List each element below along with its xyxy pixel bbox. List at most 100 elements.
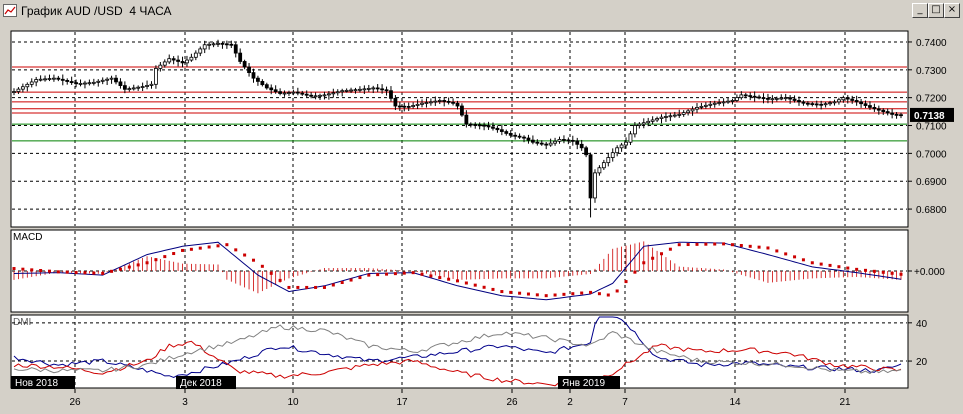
candle-body	[326, 93, 331, 96]
candle-body	[805, 102, 810, 105]
candle-body	[468, 123, 473, 126]
candle-body	[473, 124, 478, 126]
candle-body	[269, 87, 274, 91]
candle-body	[553, 140, 557, 144]
macd-signal-marker	[367, 273, 371, 277]
macd-signal-marker	[101, 271, 105, 275]
candle-body	[841, 97, 846, 101]
macd-signal-marker	[172, 252, 176, 256]
candle-body	[428, 101, 433, 104]
candle-body	[171, 58, 176, 61]
candle-body	[872, 107, 877, 110]
candle-body	[433, 100, 438, 103]
candle-body	[278, 91, 283, 94]
candle-body	[832, 101, 837, 104]
macd-signal-marker	[12, 267, 16, 271]
macd-signal-marker	[801, 258, 805, 262]
macd-signal-marker	[39, 269, 43, 273]
candle-body	[131, 87, 136, 90]
candle-body	[176, 59, 180, 62]
macd-signal-marker	[251, 258, 255, 262]
candle-body	[371, 87, 376, 90]
candle-body	[486, 125, 491, 128]
candle-body	[854, 100, 859, 103]
candle-body	[601, 162, 606, 169]
candle-body	[69, 81, 74, 84]
candle-body	[451, 101, 455, 104]
candle-body	[659, 116, 664, 119]
macd-signal-marker	[837, 265, 841, 269]
candle-body	[792, 98, 797, 101]
candle-body	[437, 100, 442, 102]
macd-signal-marker	[74, 270, 78, 274]
macd-signal-marker	[110, 269, 114, 273]
macd-signal-marker	[189, 247, 193, 251]
candle-body	[47, 78, 52, 80]
candle-body	[96, 80, 101, 83]
candle-body	[118, 81, 123, 86]
candle-body	[207, 43, 212, 46]
candle-body	[672, 114, 677, 117]
macd-signal-marker	[56, 270, 60, 274]
candle-body	[114, 77, 118, 83]
chart-window: График AUD /USD 4 ЧАСА _ □ × 0.7400 0.730…	[0, 0, 963, 414]
candle-body	[633, 125, 637, 135]
macd-signal-marker	[748, 244, 752, 248]
macd-signal-marker	[899, 272, 903, 276]
candle-body	[868, 105, 872, 108]
candle-body	[655, 118, 659, 121]
candle-body	[216, 42, 220, 45]
macd-signal-marker	[385, 272, 389, 276]
macd-signal-marker	[730, 243, 734, 247]
candle-body	[699, 105, 704, 108]
candle-body	[229, 43, 234, 46]
candle-body	[397, 105, 402, 108]
candle-body	[56, 77, 61, 80]
macd-signal-marker	[243, 253, 247, 257]
candle-body	[264, 84, 269, 89]
candle-body	[162, 61, 167, 66]
candle-body	[25, 83, 30, 88]
candle-body	[38, 78, 43, 81]
price-candle	[593, 169, 597, 203]
candle-body	[748, 95, 753, 97]
candle-body	[743, 94, 748, 97]
candle-body	[256, 77, 260, 82]
x-axis-day-label: 26	[506, 397, 518, 408]
macd-signal-marker	[713, 242, 717, 246]
candle-body	[735, 97, 739, 101]
candle-body	[837, 99, 841, 103]
macd-signal-marker	[775, 249, 779, 253]
candle-body	[109, 77, 114, 80]
macd-signal-marker	[562, 292, 566, 296]
candle-body	[677, 113, 682, 116]
candle-body	[291, 91, 296, 94]
macd-signal-marker	[651, 256, 655, 260]
macd-signal-marker	[340, 281, 344, 285]
candle-body	[322, 94, 327, 97]
candle-body	[757, 96, 761, 99]
candle-body	[650, 119, 655, 122]
macd-signal-marker	[296, 285, 300, 289]
macd-signal-marker	[491, 287, 495, 291]
candle-body	[845, 97, 850, 100]
macd-signal-marker	[456, 279, 459, 283]
macd-signal-marker	[136, 263, 140, 267]
candle-body	[309, 94, 314, 97]
candle-body	[761, 97, 766, 100]
macd-signal-marker	[872, 269, 876, 273]
candle-body	[313, 95, 318, 98]
candle-body	[455, 102, 460, 107]
macd-signal-marker	[322, 285, 326, 289]
macd-signal-marker	[429, 274, 433, 278]
macd-signal-marker	[464, 281, 468, 285]
macd-signal-marker	[722, 242, 726, 246]
macd-signal-marker	[677, 243, 681, 247]
candle-body	[774, 97, 779, 100]
macd-signal-marker	[606, 293, 610, 297]
dmi-panel-frame	[10, 314, 909, 389]
x-axis-day-label: 10	[287, 397, 299, 408]
macd-signal-marker	[207, 245, 211, 249]
candle-body	[415, 103, 420, 106]
candle-body	[52, 77, 56, 80]
